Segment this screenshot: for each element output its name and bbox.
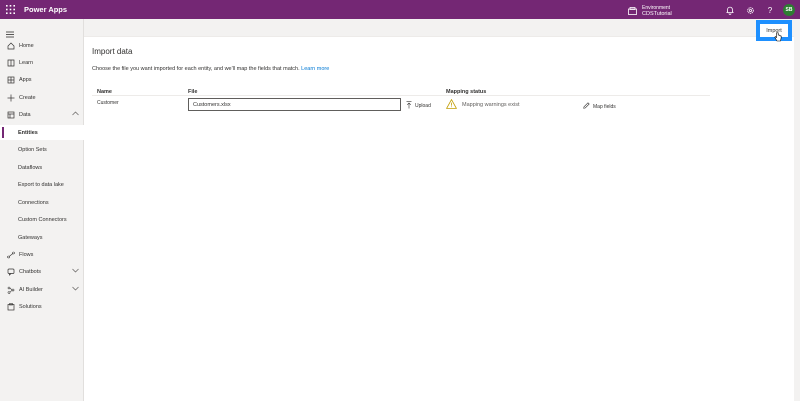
sidebar-item-ai-builder[interactable]: AI Builder (0, 282, 84, 297)
sidebar-item-label: Apps (19, 76, 32, 83)
sidebar-item-label: AI Builder (19, 286, 43, 293)
sidebar-subitem-export-to-data-lake[interactable]: Export to data lake (0, 177, 84, 192)
database-icon (6, 110, 15, 119)
chevron-down-icon[interactable] (72, 268, 79, 275)
mapping-status-text: Mapping warnings exist (462, 102, 520, 108)
sidebar-item-label: Learn (19, 59, 34, 66)
home-icon (6, 41, 15, 50)
solutions-icon (6, 302, 15, 311)
learn-more-link[interactable]: Learn more (301, 66, 329, 72)
mapping-status: Mapping warnings exist (445, 98, 520, 111)
top-bar: Power Apps Environment CDSTutorial ? SB (0, 0, 800, 19)
plus-icon (6, 93, 15, 102)
map-fields-button[interactable]: Map fields (583, 102, 616, 111)
help-glyph: ? (767, 5, 773, 15)
upload-label: Upload (415, 103, 431, 109)
chatbot-icon (6, 267, 15, 276)
page-scrollbar[interactable] (794, 19, 800, 401)
upload-button[interactable]: Upload (406, 101, 431, 111)
chevron-down-icon[interactable] (72, 286, 79, 293)
environment-picker[interactable]: Environment CDSTutorial (628, 2, 672, 20)
upload-icon (406, 101, 412, 111)
sidebar-item-label: Solutions (19, 303, 42, 310)
sidebar-item-label: Home (19, 42, 34, 49)
description-text: Choose the file you want imported for ea… (92, 66, 300, 72)
sidebar-item-create[interactable]: Create (0, 90, 84, 105)
gear-icon[interactable] (744, 4, 756, 16)
sidebar-subitem-entities[interactable]: Entities (0, 125, 84, 140)
sidebar-item-label: Data (19, 111, 31, 118)
bell-icon[interactable] (724, 4, 736, 16)
sidebar-subitem-connections[interactable]: Connections (0, 195, 84, 210)
sidebar: Home Learn Apps Create Data Entities Opt… (0, 19, 84, 401)
pencil-icon (583, 102, 590, 111)
sidebar-item-solutions[interactable]: Solutions (0, 299, 84, 314)
sidebar-item-learn[interactable]: Learn (0, 55, 84, 70)
file-input[interactable]: Customers.xlsx (188, 98, 401, 111)
command-bar (84, 19, 800, 37)
map-fields-label: Map fields (593, 103, 616, 110)
sidebar-subitem-dataflows[interactable]: Dataflows (0, 160, 84, 175)
main-content: Import Import data Choose the file you w… (84, 19, 800, 401)
hand-cursor-icon (774, 29, 782, 47)
chevron-up-icon[interactable] (72, 111, 79, 118)
book-icon (6, 58, 15, 67)
header-divider (92, 95, 710, 96)
sidebar-item-flows[interactable]: Flows (0, 247, 84, 262)
page-title: Import data (92, 47, 133, 56)
apps-icon (6, 75, 15, 84)
sidebar-item-home[interactable]: Home (0, 38, 84, 53)
row-entity-name: Customer (97, 100, 119, 106)
help-icon[interactable]: ? (764, 4, 776, 16)
sidebar-subitem-option-sets[interactable]: Option Sets (0, 142, 84, 157)
sidebar-item-apps[interactable]: Apps (0, 72, 84, 87)
app-title[interactable]: Power Apps (24, 5, 67, 14)
ai-builder-icon (6, 285, 15, 294)
sidebar-subitem-gateways[interactable]: Gateways (0, 230, 84, 245)
flow-icon (6, 250, 15, 259)
sidebar-item-label: Create (19, 94, 36, 101)
environment-icon (628, 2, 637, 20)
page-description: Choose the file you want imported for ea… (92, 66, 329, 72)
sidebar-item-data[interactable]: Data (0, 107, 84, 122)
sidebar-item-label: Flows (19, 251, 34, 258)
app-launcher-icon[interactable] (0, 0, 20, 19)
sidebar-subitem-custom-connectors[interactable]: Custom Connectors (0, 212, 84, 227)
avatar[interactable]: SB (783, 4, 795, 16)
sidebar-item-chatbots[interactable]: Chatbots (0, 264, 84, 279)
environment-name: CDSTutorial (642, 11, 672, 17)
sidebar-item-label: Chatbots (19, 268, 42, 275)
warning-icon (445, 98, 458, 111)
